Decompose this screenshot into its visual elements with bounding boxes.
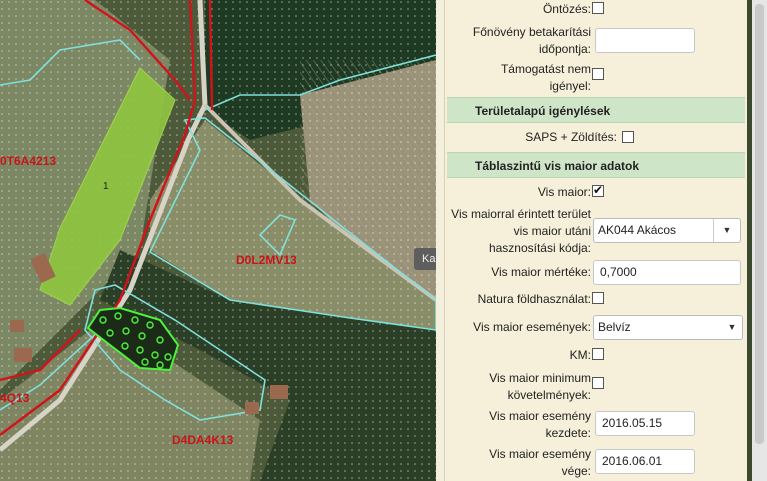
section-teruletalapu-header[interactable]: Területalapú igénylések	[447, 97, 745, 123]
minimum-checkbox[interactable]	[592, 377, 604, 389]
natura-label: Natura földhasználat:	[477, 292, 591, 306]
km-label: KM:	[569, 348, 591, 362]
field-number-label: 1	[103, 181, 109, 192]
tamogatas-checkbox[interactable]	[592, 68, 604, 80]
vis-mertek-input[interactable]: 0,7000	[593, 260, 741, 285]
row-vege: Vis maior esemény vége: 2016.06.01	[445, 446, 747, 480]
map-canvas[interactable]	[0, 0, 436, 481]
panel-gutter	[436, 0, 444, 481]
parcel-label-d0l2mv13: D0L2MV13	[236, 253, 297, 267]
chevron-down-icon[interactable]: ▼	[722, 316, 742, 339]
attribute-panel: Öntözés: Főnövény betakarítási időpontja…	[444, 0, 747, 481]
vis-kod-value: AK044 Akácos	[598, 223, 677, 237]
row-fonoveny: Főnövény betakarítási időpontja:	[445, 22, 747, 58]
tamogatas-label: Támogatást nem igényel:	[500, 62, 591, 93]
section-vis-maior-header[interactable]: Táblaszintű vis maior adatok	[447, 152, 745, 178]
ontozes-label: Öntözés:	[542, 2, 591, 16]
parcel-label-0t6a4213: 0T6A4213	[0, 154, 57, 168]
row-ontozes: Öntözés:	[445, 0, 747, 18]
row-vis-kod: Vis maiorral érintett terület vis maior …	[445, 206, 747, 258]
vege-label: Vis maior esemény vége:	[489, 447, 591, 478]
kezdete-date-input[interactable]: 2016.05.15	[595, 411, 695, 436]
row-vis-mertek: Vis maior mértéke: 0,7000	[445, 260, 747, 286]
row-saps: SAPS + Zöldítés:	[445, 127, 747, 147]
parcel-label-4q13: 4Q13	[0, 391, 30, 405]
row-vis-maior: Vis maior:	[445, 183, 747, 201]
vege-date-input[interactable]: 2016.06.01	[595, 449, 695, 474]
natura-checkbox[interactable]	[592, 292, 604, 304]
vis-kod-select[interactable]: AK044 Akácos ▼	[593, 218, 741, 243]
map-view[interactable]: 0T6A4213 D0L2MV13 4Q13 D4DA4K13 1	[0, 0, 436, 481]
esemenyek-select[interactable]: Belvíz ▼	[593, 315, 743, 340]
row-km: KM:	[445, 346, 747, 364]
saps-label: SAPS + Zöldítés:	[525, 130, 617, 144]
row-tamogatas: Támogatást nem igényel:	[445, 60, 747, 96]
row-natura: Natura földhasználat:	[445, 290, 747, 308]
chevron-down-icon[interactable]: ▼	[713, 219, 740, 242]
km-checkbox[interactable]	[592, 348, 604, 360]
row-minimum: Vis maior minimum követelmények:	[445, 370, 747, 406]
row-esemenyek: Vis maior események: Belvíz ▼	[445, 315, 747, 341]
ontozes-checkbox[interactable]	[592, 2, 604, 14]
parcel-label-d4da4k13: D4DA4K13	[172, 433, 234, 447]
vis-kod-label: Vis maiorral érintett terület vis maior …	[451, 207, 591, 255]
scrollbar-thumb[interactable]	[755, 4, 764, 444]
row-kezdete: Vis maior esemény kezdete: 2016.05.15	[445, 408, 747, 442]
esemenyek-value: Belvíz	[598, 320, 631, 334]
fonoveny-label: Főnövény betakarítási időpontja:	[472, 25, 591, 56]
vis-maior-label: Vis maior:	[537, 185, 591, 199]
panel-scrollbar[interactable]	[752, 0, 767, 481]
saps-checkbox[interactable]	[622, 131, 634, 143]
esemenyek-label: Vis maior események:	[473, 320, 591, 334]
minimum-label: Vis maior minimum követelmények:	[489, 371, 591, 402]
vis-maior-checkbox[interactable]	[592, 183, 604, 197]
vis-mertek-label: Vis maior mértéke:	[491, 265, 591, 279]
kezdete-label: Vis maior esemény kezdete:	[489, 409, 591, 440]
fonoveny-date-input[interactable]	[595, 28, 695, 53]
